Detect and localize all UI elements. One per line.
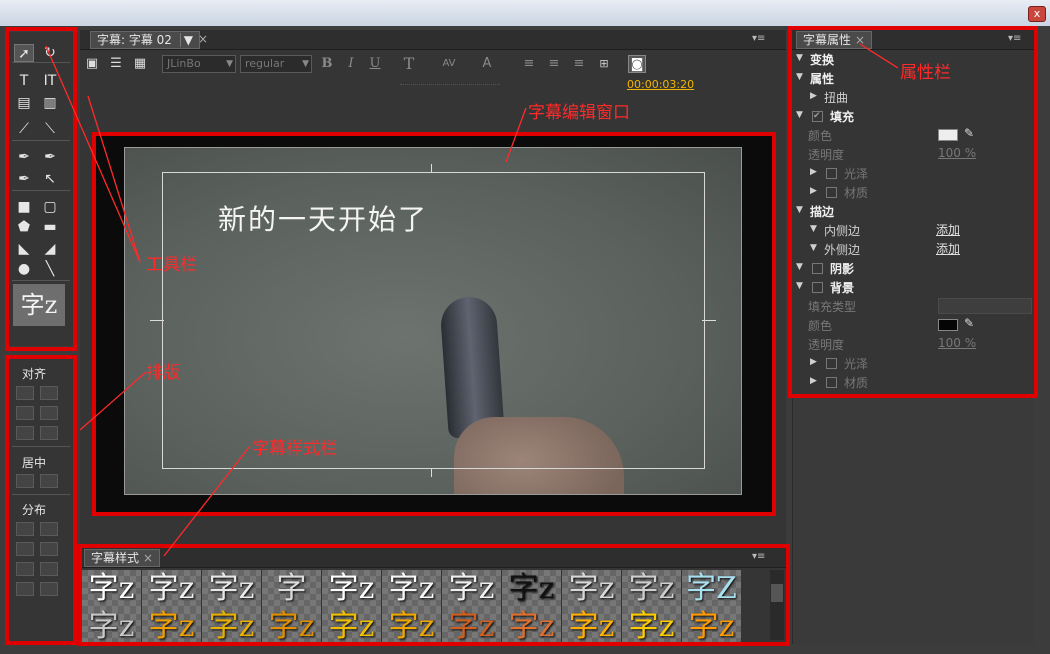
properties-annotation: 属性栏 <box>900 63 951 83</box>
styles-annotation: 字幕样式栏 <box>252 439 337 459</box>
annotation-leader-lines <box>45 43 899 557</box>
layout-annotation: 排版 <box>146 363 180 383</box>
editor-annotation: 字幕编辑窗口 <box>528 103 630 123</box>
toolbar-annotation: 工具栏 <box>146 255 197 275</box>
